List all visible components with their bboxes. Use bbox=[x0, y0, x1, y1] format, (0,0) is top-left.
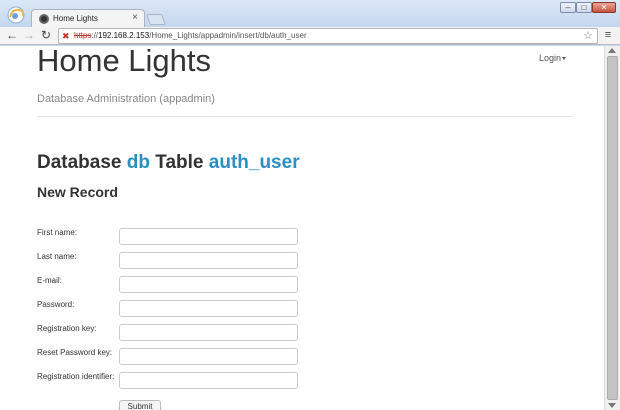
scroll-thumb[interactable] bbox=[607, 56, 618, 400]
bookmark-star-icon[interactable]: ☆ bbox=[583, 29, 593, 42]
address-bar[interactable]: ✖ https://192.168.2.153/Home_Lights/appa… bbox=[58, 28, 598, 44]
tab-home-lights[interactable]: Home Lights × bbox=[31, 9, 145, 28]
submit-button[interactable]: Submit bbox=[119, 400, 161, 410]
field-row-registration-identifier: Registration identifier: bbox=[37, 372, 307, 390]
section-title: New Record bbox=[37, 184, 118, 200]
back-arrow-icon[interactable]: ← bbox=[5, 28, 19, 42]
url-host: 192.168.2.153 bbox=[98, 31, 150, 40]
new-tab-button[interactable] bbox=[146, 14, 166, 25]
chrome-logo-icon bbox=[7, 6, 25, 24]
url-scheme: https bbox=[74, 31, 92, 40]
page-viewport: Home Lights Login Database Administratio… bbox=[0, 46, 604, 410]
field-label: Reset Password key: bbox=[37, 348, 113, 357]
field-row-password: Password: bbox=[37, 300, 307, 318]
field-label: Last name: bbox=[37, 252, 77, 261]
minimize-button[interactable]: – bbox=[560, 2, 576, 13]
field-label: Registration identifier: bbox=[37, 372, 115, 381]
first-name-input[interactable] bbox=[119, 228, 298, 245]
header-divider bbox=[37, 116, 572, 117]
heading-mid: Table bbox=[155, 152, 204, 173]
email-input[interactable] bbox=[119, 276, 298, 293]
close-window-button[interactable]: ✕ bbox=[592, 2, 616, 13]
login-label: Login bbox=[539, 53, 562, 63]
vertical-scrollbar[interactable] bbox=[604, 46, 620, 410]
url-separator: :// bbox=[91, 31, 99, 40]
insecure-lock-icon[interactable]: ✖ bbox=[62, 31, 71, 41]
field-row-email: E-mail: bbox=[37, 276, 307, 294]
last-name-input[interactable] bbox=[119, 252, 298, 269]
field-label: Registration key: bbox=[37, 324, 97, 333]
page-subtitle: Database Administration (appadmin) bbox=[37, 93, 215, 105]
forward-arrow-icon[interactable]: → bbox=[22, 28, 36, 42]
field-label: Password: bbox=[37, 300, 75, 309]
maximize-button[interactable]: □ bbox=[576, 2, 592, 13]
heading-prefix: Database bbox=[37, 152, 122, 173]
brand-title[interactable]: Home Lights bbox=[37, 46, 211, 79]
browser-toolbar: ← → ↻ ✖ https://192.168.2.153/Home_Light… bbox=[0, 27, 620, 45]
login-dropdown[interactable]: Login bbox=[539, 53, 567, 63]
field-row-last-name: Last name: bbox=[37, 252, 307, 270]
table-link[interactable]: auth_user bbox=[209, 152, 300, 173]
registration-identifier-input[interactable] bbox=[119, 372, 298, 389]
table-heading: Database db Table auth_user bbox=[37, 152, 300, 174]
reset-password-key-input[interactable] bbox=[119, 348, 298, 365]
field-label: First name: bbox=[37, 228, 78, 237]
field-row-first-name: First name: bbox=[37, 228, 307, 246]
favicon-icon bbox=[39, 14, 49, 24]
window-titlebar: Home Lights × – □ ✕ bbox=[0, 0, 620, 28]
registration-key-input[interactable] bbox=[119, 324, 298, 341]
tab-close-icon[interactable]: × bbox=[132, 12, 138, 23]
field-row-reset-password-key: Reset Password key: bbox=[37, 348, 307, 366]
reload-icon[interactable]: ↻ bbox=[39, 28, 53, 42]
scroll-up-arrow-icon[interactable] bbox=[608, 48, 616, 53]
scroll-down-arrow-icon[interactable] bbox=[608, 403, 616, 408]
field-label: E-mail: bbox=[37, 276, 62, 285]
caret-down-icon bbox=[562, 57, 567, 61]
database-link[interactable]: db bbox=[127, 152, 150, 173]
tab-title: Home Lights bbox=[53, 14, 98, 23]
url-text[interactable]: https://192.168.2.153/Home_Lights/appadm… bbox=[74, 31, 307, 40]
password-input[interactable] bbox=[119, 300, 298, 317]
url-path: /Home_Lights/appadmin/insert/db/auth_use… bbox=[149, 31, 307, 40]
field-row-registration-key: Registration key: bbox=[37, 324, 307, 342]
menu-icon[interactable]: ≡ bbox=[602, 29, 614, 41]
